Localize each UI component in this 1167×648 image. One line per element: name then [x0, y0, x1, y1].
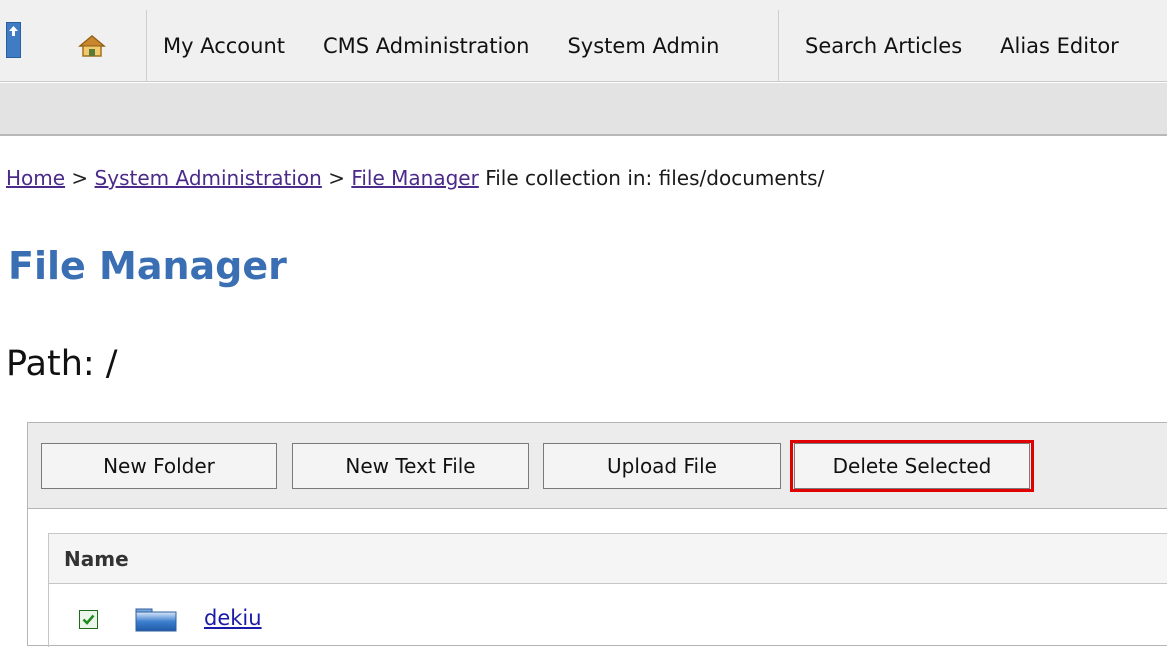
file-link[interactable]: dekiu [204, 606, 262, 630]
new-text-file-button[interactable]: New Text File [292, 443, 529, 489]
breadcrumb-separator: > [328, 166, 345, 190]
page-title: File Manager [8, 244, 287, 288]
upload-file-button[interactable]: Upload File [543, 443, 781, 489]
home-icon [78, 35, 106, 57]
home-button[interactable] [50, 10, 147, 82]
file-toolbar: New Folder New Text File Upload File Del… [28, 423, 1167, 509]
row-checkbox[interactable] [79, 610, 98, 629]
nav-alias-editor[interactable]: Alias Editor [1000, 34, 1119, 58]
nav-system-admin[interactable]: System Admin [567, 34, 719, 58]
nav-group-secondary: Search Articles Alias Editor [779, 10, 1167, 82]
sub-nav-strip [0, 83, 1167, 136]
table-header: Name [49, 534, 1167, 584]
file-table: Name dekiu [48, 533, 1167, 647]
path-label: Path: / [6, 344, 118, 384]
collapse-handle-icon[interactable] [6, 22, 21, 58]
file-manager-panel: New Folder New Text File Upload File Del… [27, 422, 1167, 647]
nav-cms-administration[interactable]: CMS Administration [323, 34, 529, 58]
new-folder-button[interactable]: New Folder [41, 443, 277, 489]
table-row: dekiu [49, 586, 1167, 648]
top-nav-bar: My Account CMS Administration System Adm… [0, 0, 1167, 82]
breadcrumb-separator: > [71, 166, 89, 190]
nav-group-primary: My Account CMS Administration System Adm… [147, 10, 779, 82]
checkbox-checked-icon [82, 614, 95, 625]
breadcrumb-system-admin-link[interactable]: System Administration [95, 166, 322, 190]
breadcrumb-current-text: File collection in: files/documents/ [485, 166, 825, 190]
breadcrumb-home-link[interactable]: Home [6, 166, 65, 190]
nav-search-articles[interactable]: Search Articles [805, 34, 962, 58]
delete-selected-button[interactable]: Delete Selected [794, 443, 1030, 489]
breadcrumb: Home > System Administration > File Mana… [6, 166, 824, 190]
nav-my-account[interactable]: My Account [163, 34, 285, 58]
breadcrumb-file-manager-link[interactable]: File Manager [351, 166, 479, 190]
folder-icon [135, 608, 177, 632]
column-header-name[interactable]: Name [64, 547, 129, 571]
